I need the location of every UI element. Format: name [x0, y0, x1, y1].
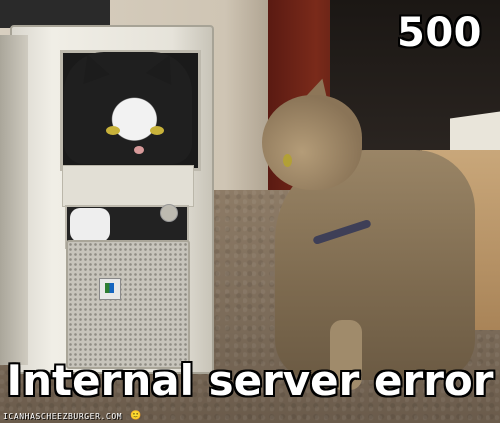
shelf [0, 0, 110, 28]
cat-eye-right [150, 126, 164, 135]
drive-bay-panel [62, 165, 194, 207]
photo: 500 Internal server error ICANHASCHEEZBU… [0, 0, 500, 423]
front-grille [66, 240, 190, 369]
cat-nose [134, 146, 144, 154]
computer-tower-side [0, 35, 28, 365]
cat-eye-left [106, 126, 120, 135]
power-button [160, 204, 178, 222]
caption-top: 500 [397, 10, 482, 56]
tabby-cat-head [262, 95, 362, 190]
watermark-cat-icons: 🙂​ [130, 410, 142, 420]
tabby-cat-eye [283, 154, 292, 167]
logo-badge [99, 278, 121, 300]
caption-bottom: Internal server error [6, 356, 494, 405]
watermark: ICANHASCHEEZBURGER.COM [3, 412, 123, 421]
cat-paws [70, 208, 110, 242]
